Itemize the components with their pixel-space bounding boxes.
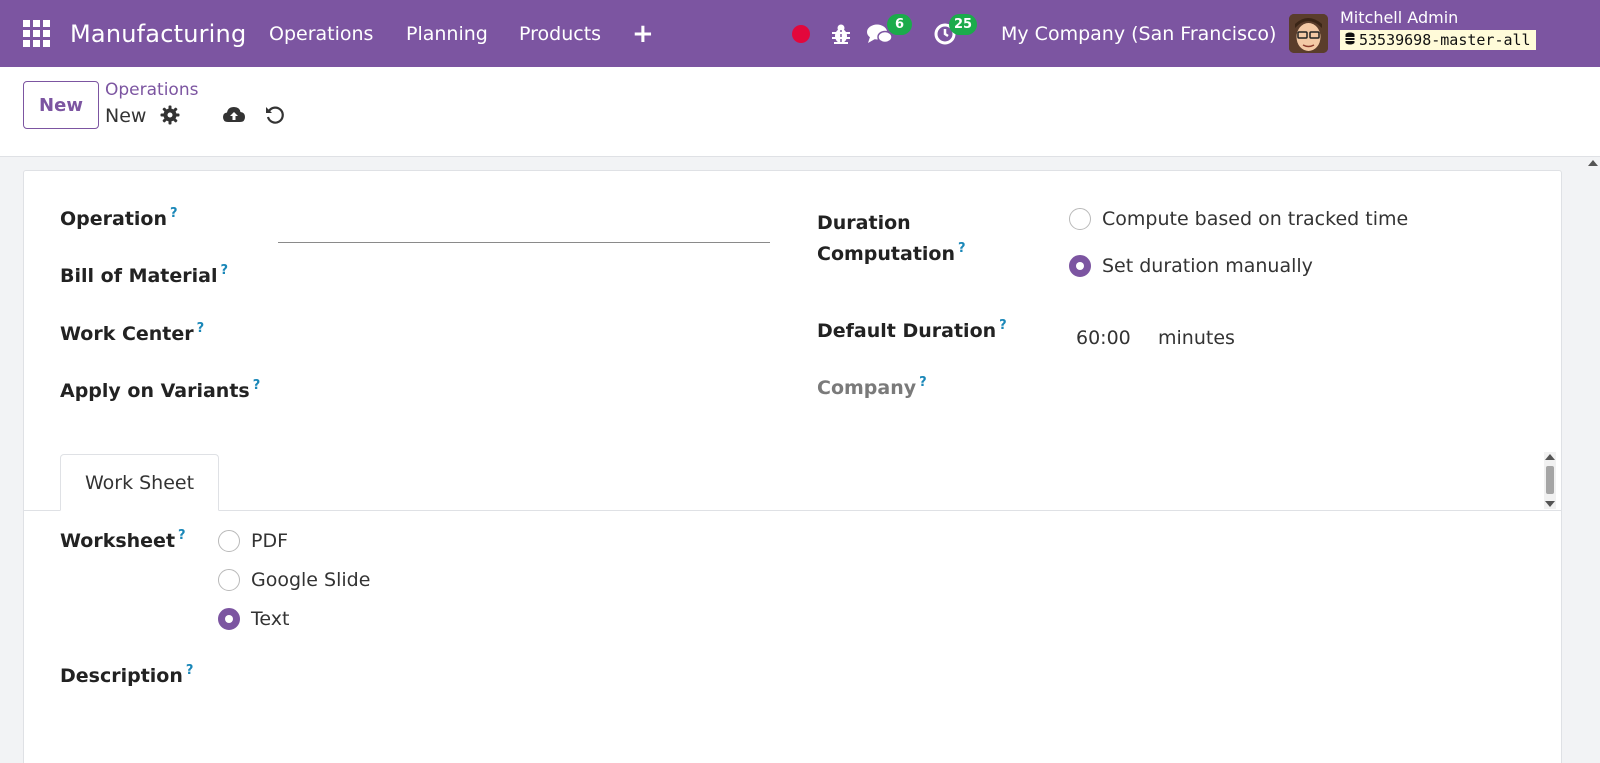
help-icon[interactable]: ? [178, 528, 186, 543]
radio-button[interactable] [1069, 208, 1091, 230]
operation-label: Operation? [60, 206, 178, 230]
chat-count-badge: 6 [887, 14, 912, 35]
tab-work-sheet[interactable]: Work Sheet [60, 454, 219, 511]
radio-button-checked[interactable] [1069, 255, 1091, 277]
radio-label: Set duration manually [1102, 255, 1313, 277]
radio-worksheet-text[interactable]: Text [218, 608, 289, 630]
form-sheet: Operation? Bill of Material? Work Center… [23, 170, 1562, 763]
help-icon[interactable]: ? [186, 663, 194, 678]
help-icon[interactable]: ? [197, 321, 205, 336]
bug-icon[interactable] [831, 0, 851, 67]
operation-input[interactable] [278, 201, 770, 243]
user-menu[interactable]: Mitchell Admin 53539698-master-all [1340, 8, 1536, 50]
apps-grid-icon[interactable] [23, 0, 51, 67]
help-icon[interactable]: ? [170, 206, 178, 221]
radio-label: Compute based on tracked time [1102, 208, 1409, 230]
radio-compute-tracked-time[interactable]: Compute based on tracked time [1069, 208, 1408, 230]
company-label: Company? [817, 375, 927, 399]
chat-icon[interactable] [866, 0, 894, 67]
add-menu-plus-icon[interactable]: + [632, 0, 654, 67]
database-tag: 53539698-master-all [1340, 30, 1536, 50]
control-panel: New Operations New [0, 67, 1600, 157]
app-title[interactable]: Manufacturing [70, 0, 246, 67]
radio-label: Google Slide [251, 569, 371, 591]
avatar[interactable] [1289, 0, 1328, 67]
duration-unit: minutes [1158, 327, 1235, 349]
database-name: 53539698-master-all [1359, 31, 1531, 49]
menu-operations[interactable]: Operations [269, 0, 373, 67]
page-scroll-up-arrow-icon[interactable] [1588, 160, 1598, 166]
record-icon[interactable] [792, 0, 810, 67]
apply-on-variants-label: Apply on Variants? [60, 378, 261, 402]
bom-label: Bill of Material? [60, 263, 229, 287]
radio-worksheet-pdf[interactable]: PDF [218, 530, 288, 552]
breadcrumb[interactable]: Operations [105, 80, 198, 100]
help-icon[interactable]: ? [919, 375, 927, 390]
help-icon[interactable]: ? [958, 241, 966, 256]
menu-planning[interactable]: Planning [406, 0, 488, 67]
work-center-label: Work Center? [60, 321, 205, 345]
scrollbar-thumb[interactable] [1546, 466, 1554, 494]
radio-set-duration-manually[interactable]: Set duration manually [1069, 255, 1313, 277]
radio-button[interactable] [218, 530, 240, 552]
radio-worksheet-google-slide[interactable]: Google Slide [218, 569, 370, 591]
activity-count-badge: 25 [949, 14, 978, 35]
scroll-up-arrow-icon[interactable] [1545, 454, 1555, 460]
radio-button[interactable] [218, 569, 240, 591]
default-duration-label: Default Duration? [817, 318, 1007, 342]
radio-label: Text [251, 608, 290, 630]
record-name: New [105, 105, 147, 127]
cloud-upload-icon[interactable] [222, 103, 246, 127]
top-navbar: Manufacturing Operations Planning Produc… [0, 0, 1600, 67]
menu-products[interactable]: Products [519, 0, 601, 67]
tabs-scrollbar[interactable] [1544, 452, 1556, 509]
radio-button-checked[interactable] [218, 608, 240, 630]
help-icon[interactable]: ? [220, 263, 228, 278]
database-icon [1345, 31, 1355, 49]
new-button[interactable]: New [23, 81, 99, 129]
tabs-divider [24, 510, 1561, 511]
radio-label: PDF [251, 530, 289, 552]
worksheet-label: Worksheet? [60, 528, 186, 552]
scroll-down-arrow-icon[interactable] [1545, 501, 1555, 507]
duration-computation-label: Duration Computation? [817, 212, 966, 265]
help-icon[interactable]: ? [999, 318, 1007, 333]
gear-icon[interactable] [158, 103, 182, 127]
company-switcher[interactable]: My Company (San Francisco) [1001, 0, 1276, 67]
default-duration-input[interactable]: 60:00 [1076, 327, 1131, 349]
description-label: Description? [60, 663, 194, 687]
help-icon[interactable]: ? [253, 378, 261, 393]
undo-icon[interactable] [263, 103, 287, 127]
user-name: Mitchell Admin [1340, 8, 1459, 27]
